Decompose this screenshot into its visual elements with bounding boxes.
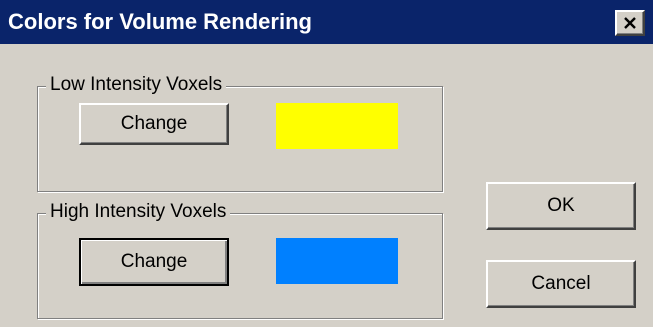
high-color-swatch bbox=[276, 238, 398, 284]
close-icon bbox=[624, 17, 636, 29]
cancel-button[interactable]: Cancel bbox=[486, 260, 636, 308]
window-title: Colors for Volume Rendering bbox=[8, 9, 312, 34]
low-intensity-label: Low Intensity Voxels bbox=[46, 73, 227, 97]
colors-dialog: Colors for Volume Rendering Low Intensit… bbox=[0, 0, 653, 327]
high-intensity-group: High Intensity Voxels Change bbox=[37, 200, 443, 319]
high-change-button[interactable]: Change bbox=[79, 238, 229, 286]
low-change-button[interactable]: Change bbox=[79, 103, 229, 145]
high-intensity-label: High Intensity Voxels bbox=[46, 200, 231, 224]
low-intensity-group: Low Intensity Voxels Change bbox=[37, 73, 443, 192]
title-bar: Colors for Volume Rendering bbox=[0, 0, 653, 44]
low-color-swatch bbox=[276, 103, 398, 149]
ok-button[interactable]: OK bbox=[486, 182, 636, 230]
close-button[interactable] bbox=[615, 10, 645, 36]
